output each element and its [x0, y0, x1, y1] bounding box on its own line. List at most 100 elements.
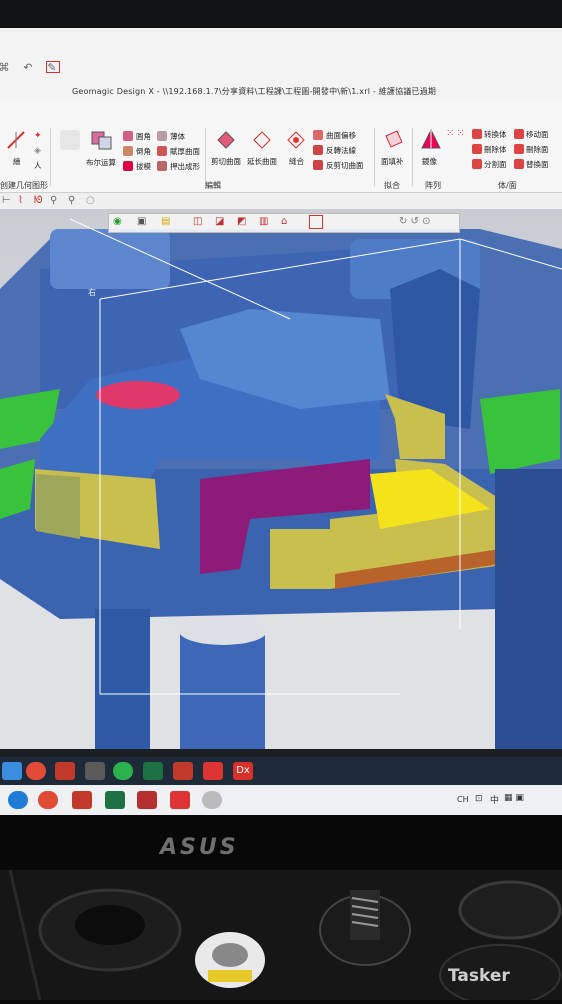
- pattern-icons[interactable]: ⁙⁙: [446, 128, 467, 139]
- reverse-normal-label[interactable]: 反轉法線: [326, 145, 356, 156]
- secondary-toolbar: [0, 193, 562, 209]
- render-icon[interactable]: ▤: [161, 216, 170, 227]
- measure-icon[interactable]: ⚲: [50, 195, 57, 206]
- section-icon[interactable]: ◫: [193, 216, 202, 227]
- chamfer-label[interactable]: 倒角: [136, 146, 151, 157]
- shell-icon[interactable]: [157, 131, 167, 141]
- fillet-label[interactable]: 圓角: [136, 131, 151, 142]
- mouse-icon[interactable]: [202, 791, 222, 809]
- group-body-face: 体/面: [498, 181, 517, 190]
- replace-face-label[interactable]: 替換面: [526, 159, 549, 170]
- ribbon-label-left2: 人: [34, 161, 42, 170]
- replace-face-icon[interactable]: [514, 159, 524, 169]
- 3d-viewport[interactable]: 右: [0, 209, 562, 749]
- box-select-icon[interactable]: [309, 215, 323, 229]
- draft-icon[interactable]: [123, 161, 133, 171]
- edge-icon[interactable]: [8, 791, 28, 809]
- draft-label[interactable]: 拔模: [136, 161, 151, 172]
- thicken-label[interactable]: 賦厚曲面: [170, 146, 200, 157]
- extend-surface-icon[interactable]: [252, 130, 272, 150]
- start-icon[interactable]: [2, 762, 22, 780]
- untrim-surface-label[interactable]: 反剪切曲面: [326, 160, 364, 171]
- tray-ime[interactable]: 中: [490, 793, 499, 806]
- shell-label[interactable]: 薄体: [170, 131, 185, 142]
- boolean-label[interactable]: 布尔运算: [86, 157, 116, 168]
- screenshot-icon[interactable]: [46, 61, 60, 73]
- view-cube-icon[interactable]: ▣: [137, 216, 146, 227]
- ribbon-separator: [50, 128, 51, 186]
- save-icon[interactable]: ⌘: [0, 62, 10, 74]
- thicken-icon[interactable]: [157, 146, 167, 156]
- move-face-icon[interactable]: [514, 129, 524, 139]
- circle-tool-icon[interactable]: ○: [86, 195, 95, 206]
- chrome-icon-2[interactable]: [38, 791, 58, 809]
- excel-icon-2[interactable]: [105, 791, 125, 809]
- tray-icons[interactable]: ▦ ▣: [504, 793, 524, 803]
- taskbar-bottom: CH ⊡ 中 ▦ ▣: [0, 785, 562, 815]
- delete-body-label[interactable]: 刪除体: [484, 144, 507, 155]
- view-fit-icon[interactable]: ◉: [113, 216, 122, 227]
- point-icon[interactable]: ✦: [34, 131, 42, 141]
- app3-icon[interactable]: [137, 791, 157, 809]
- transform-body-icon[interactable]: [472, 129, 482, 139]
- chamfer-icon[interactable]: [123, 146, 133, 156]
- watermark: Tasker: [448, 966, 510, 986]
- ribbon-separator: [205, 128, 206, 186]
- rotate-icon[interactable]: ↻ ↺ ⊙: [399, 216, 431, 227]
- chrome-icon[interactable]: [26, 762, 46, 780]
- ribbon-label-left1: 繪: [13, 157, 21, 166]
- align-icon[interactable]: ⊢: [2, 195, 11, 206]
- wechat-icon[interactable]: [113, 762, 133, 780]
- app2-icon[interactable]: [173, 762, 193, 780]
- transform-body-label[interactable]: 转換体: [484, 129, 507, 140]
- quick-access-toolbar: ⌘ ↶ ✎: [0, 58, 80, 76]
- extend-surface-label[interactable]: 延长曲面: [247, 156, 277, 167]
- flash-icon-2[interactable]: [170, 791, 190, 809]
- undo-icon[interactable]: ↶: [22, 62, 34, 74]
- curve-icon[interactable]: ᘚ: [34, 195, 43, 206]
- untrim-surface-icon[interactable]: [313, 160, 323, 170]
- extrude-shape-icon[interactable]: [157, 161, 167, 171]
- sew-icon[interactable]: [286, 130, 306, 150]
- tray-box-icon[interactable]: ⊡: [475, 794, 483, 804]
- reverse-normal-icon[interactable]: [313, 145, 323, 155]
- plane-icon[interactable]: ◈: [34, 146, 41, 156]
- fill-surface-label[interactable]: 面填补: [381, 156, 404, 167]
- sew-label[interactable]: 縫合: [289, 156, 304, 167]
- move-face-label[interactable]: 移动面: [526, 129, 549, 140]
- dx-icon[interactable]: Dx: [233, 762, 253, 780]
- excel-icon[interactable]: [143, 762, 163, 780]
- fill-surface-icon[interactable]: [383, 128, 405, 150]
- tray-language[interactable]: CH: [457, 795, 469, 804]
- trim-surface-label[interactable]: 剪切曲面: [211, 156, 241, 167]
- mirror-label[interactable]: 鏡像: [422, 156, 437, 167]
- extrude-icon[interactable]: [60, 130, 80, 150]
- image-app-icon[interactable]: [85, 762, 105, 780]
- boolean-icon[interactable]: [90, 128, 114, 152]
- group-pattern: 阵列: [425, 181, 441, 190]
- fillet-icon[interactable]: [123, 131, 133, 141]
- trim-surface-icon[interactable]: [216, 130, 236, 150]
- app-icon[interactable]: [55, 762, 75, 780]
- clip-icon[interactable]: ◪: [215, 216, 224, 227]
- offset-surface-icon[interactable]: [313, 130, 323, 140]
- select-icon[interactable]: ◩: [237, 216, 246, 227]
- extrude-shape-label[interactable]: 押出成形: [170, 161, 200, 172]
- delete-body-icon[interactable]: [472, 144, 482, 154]
- offset-surface-label[interactable]: 曲面偏移: [326, 130, 356, 141]
- line-tool-icon[interactable]: [6, 130, 26, 150]
- sketch-icon[interactable]: ⌇: [18, 195, 23, 206]
- layer-icon[interactable]: ⚲: [68, 195, 75, 206]
- app-icon-2[interactable]: [72, 791, 92, 809]
- mesh-model: [0, 218, 562, 749]
- lasso-icon[interactable]: ⌂: [281, 216, 287, 227]
- region-icon[interactable]: ▥: [259, 216, 268, 227]
- monitor-brand-logo: ASUS: [160, 835, 239, 860]
- flash-icon[interactable]: [203, 762, 223, 780]
- split-face-icon[interactable]: [472, 159, 482, 169]
- group-edit: 編輯: [205, 181, 221, 190]
- split-face-label[interactable]: 分割面: [484, 159, 507, 170]
- mirror-icon[interactable]: [420, 128, 442, 150]
- delete-face-icon[interactable]: [514, 144, 524, 154]
- delete-face-label[interactable]: 刪除面: [526, 144, 549, 155]
